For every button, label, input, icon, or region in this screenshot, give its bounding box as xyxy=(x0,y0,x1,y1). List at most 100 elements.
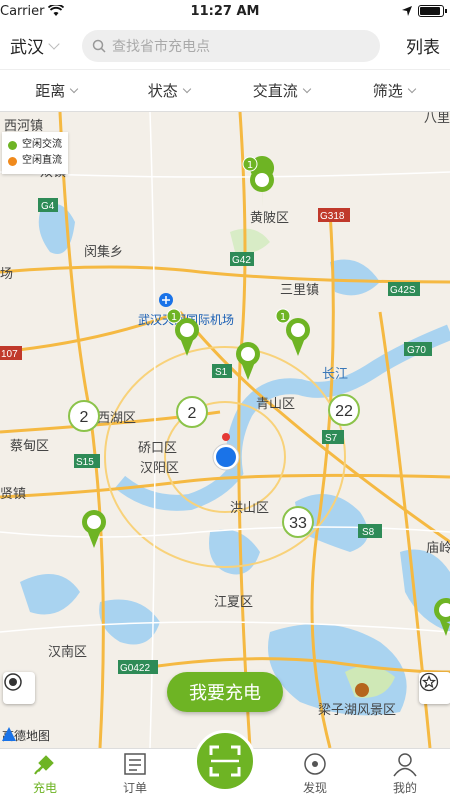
cluster-count: 33 xyxy=(289,515,307,532)
road-label: G4 xyxy=(41,201,55,212)
cluster-count: 2 xyxy=(80,409,89,426)
ac-dot-icon xyxy=(8,140,17,150)
cluster-count: 2 xyxy=(188,405,197,422)
tab-charge[interactable]: 充电 xyxy=(0,749,90,800)
pin-badge: 1 xyxy=(171,312,177,323)
tab-profile[interactable]: 我的 xyxy=(360,749,450,800)
city-selector[interactable]: 武汉 xyxy=(10,33,82,58)
road-label: G0422 xyxy=(120,663,150,674)
filter-status[interactable]: 状态 xyxy=(113,70,226,111)
tab-label: 我的 xyxy=(392,781,417,795)
place-label: 梁子湖风景区 xyxy=(318,702,396,717)
cluster-count: 22 xyxy=(335,403,353,420)
lake xyxy=(330,259,380,296)
lake xyxy=(99,599,160,645)
chevron-down-icon xyxy=(70,84,79,93)
place-label: 青山区 xyxy=(256,396,295,411)
locate-icon xyxy=(4,673,22,691)
charge-now-button[interactable]: 我要充电 xyxy=(167,672,283,712)
place-label: 洪山区 xyxy=(230,500,269,515)
place-label: 闵集乡 xyxy=(84,244,123,259)
map-canvas: G4 G42 G318 G42S S1 G70 S7 S15 S8 G0422 … xyxy=(0,112,450,748)
search-icon xyxy=(92,39,106,53)
filter-label: 状态 xyxy=(147,82,178,100)
map-view[interactable]: G4 G42 G318 G42S S1 G70 S7 S15 S8 G0422 … xyxy=(0,112,450,748)
filter-distance[interactable]: 距离 xyxy=(0,70,113,111)
road-label: S15 xyxy=(76,457,94,468)
cluster-marker[interactable]: 2 xyxy=(176,396,208,428)
chevron-down-icon xyxy=(182,84,191,93)
chevron-down-icon xyxy=(48,37,60,50)
map-attribution: 高德地图 xyxy=(2,727,50,744)
road-label: S1 xyxy=(215,367,228,378)
legend-item-dc: 空闲直流 xyxy=(8,153,62,169)
legend-label: 空闲直流 xyxy=(22,155,62,166)
filter-label: 交直流 xyxy=(252,82,298,100)
plug-icon xyxy=(34,755,54,775)
place-label: 硚口区 xyxy=(138,440,177,455)
place-label: 江夏区 xyxy=(214,594,253,609)
cluster-marker[interactable]: 2 xyxy=(68,400,100,432)
battery-icon xyxy=(418,5,447,17)
place-label: 长江 xyxy=(322,366,348,381)
pin-badge: 1 xyxy=(280,312,286,323)
search-placeholder: 查找省市充电点 xyxy=(112,38,210,55)
road-label: G42 xyxy=(232,255,251,266)
favorites-button[interactable] xyxy=(419,672,450,704)
lake xyxy=(20,574,80,615)
place-label: 八里 xyxy=(424,112,450,125)
map-legend: 空闲交流 空闲直流 xyxy=(2,132,68,174)
chevron-down-icon xyxy=(302,84,311,93)
legend-item-ac: 空闲交流 xyxy=(8,137,62,153)
place-label: 黄陂区 xyxy=(250,210,289,225)
road-label: G70 xyxy=(407,345,426,356)
pin-badge: 1 xyxy=(247,160,253,171)
top-bar: 武汉 查找省市充电点 列表 xyxy=(0,22,450,70)
filter-ac-dc[interactable]: 交直流 xyxy=(225,70,338,111)
status-time: 11:27 AM xyxy=(190,3,260,19)
amap-logo-icon xyxy=(2,727,16,741)
place-label: 庙岭 xyxy=(426,540,450,555)
list-button[interactable]: 列表 xyxy=(380,33,440,58)
dc-dot-icon xyxy=(8,156,17,166)
charging-station-pin[interactable]: 1 xyxy=(275,308,310,356)
place-label: 汉阳区 xyxy=(140,460,179,475)
place-label: 场 xyxy=(0,266,13,281)
lake xyxy=(209,529,260,575)
place-label: 蔡甸区 xyxy=(10,438,49,453)
place-label: 贤镇 xyxy=(0,486,26,501)
cluster-marker[interactable]: 33 xyxy=(282,506,314,538)
status-bar: Carrier 11:27 AM xyxy=(0,0,450,22)
scan-icon xyxy=(209,745,241,777)
place-label: 西河镇 xyxy=(4,118,43,133)
tab-orders[interactable]: 订单 xyxy=(90,749,180,800)
legend-label: 空闲交流 xyxy=(22,139,62,150)
place-label: 汉南区 xyxy=(48,644,87,659)
scenic-area-icon xyxy=(355,683,369,697)
tab-label: 发现 xyxy=(302,781,327,795)
chevron-down-icon xyxy=(407,84,416,93)
airport-icon xyxy=(159,293,173,307)
star-icon xyxy=(419,672,439,692)
search-input[interactable]: 查找省市充电点 xyxy=(82,29,380,62)
user-icon xyxy=(393,753,417,777)
locate-button[interactable] xyxy=(3,672,35,704)
tab-discover[interactable]: 发现 xyxy=(270,749,360,800)
tab-label: 订单 xyxy=(122,781,147,795)
city-label: 武汉 xyxy=(10,38,44,58)
road-label: S8 xyxy=(362,527,375,538)
filter-label: 筛选 xyxy=(372,82,403,100)
park xyxy=(230,228,270,254)
order-icon xyxy=(124,753,146,775)
discover-icon xyxy=(304,753,326,775)
cluster-marker[interactable]: 22 xyxy=(328,394,360,426)
filter-more[interactable]: 筛选 xyxy=(338,70,450,111)
road-label: S7 xyxy=(325,433,338,444)
scan-button[interactable] xyxy=(194,730,256,792)
charging-station-pin[interactable]: 1 xyxy=(242,156,275,207)
filter-label: 距离 xyxy=(35,82,66,100)
road-label: G318 xyxy=(320,211,345,222)
place-label: 三里镇 xyxy=(280,282,319,297)
road-label: 107 xyxy=(1,349,18,360)
road-label: G42S xyxy=(390,285,416,296)
